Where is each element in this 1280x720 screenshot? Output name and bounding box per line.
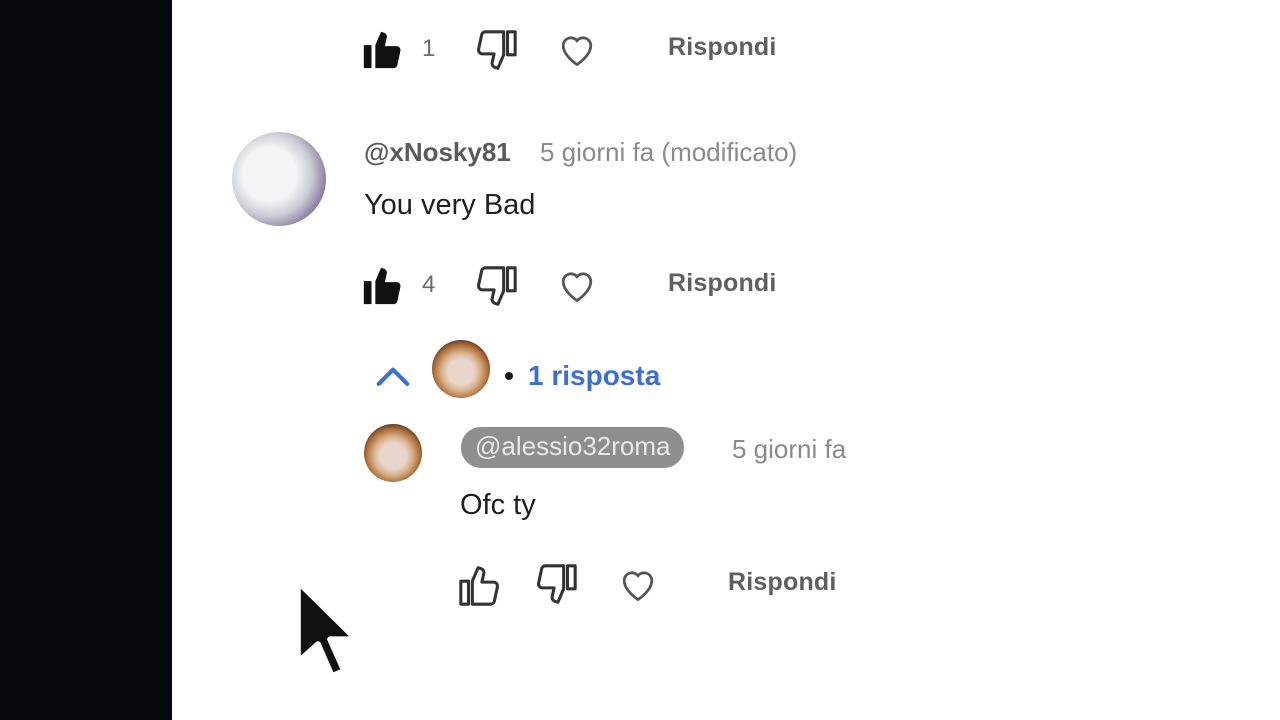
thumb-up-icon [459, 566, 500, 606]
heart-icon [561, 272, 593, 303]
heart-icon [622, 571, 654, 602]
comment-timestamp[interactable]: 5 giorni fa (modificato) [540, 137, 797, 168]
thumb-down-icon [536, 564, 577, 604]
thumb-down-icon [476, 30, 517, 70]
replies-toggle-label[interactable]: 1 risposta [528, 360, 660, 392]
like-button[interactable] [360, 26, 406, 72]
mouse-cursor-icon [290, 578, 370, 682]
like-button[interactable] [456, 562, 504, 608]
heart-icon [561, 36, 593, 67]
reply-button[interactable]: Rispondi [728, 568, 837, 597]
like-count: 1 [422, 35, 436, 62]
like-button[interactable] [360, 262, 406, 308]
heart-button[interactable] [556, 30, 598, 68]
dislike-button[interactable] [472, 28, 520, 74]
dislike-button[interactable] [472, 264, 520, 310]
comment-text: You very Bad [364, 189, 536, 221]
reply-author-avatar-thumb [432, 340, 490, 398]
separator-dot [505, 372, 513, 380]
collapse-replies-button[interactable] [374, 362, 412, 390]
reply-text: Ofc ty [460, 489, 536, 521]
reply-timestamp[interactable]: 5 giorni fa [732, 434, 846, 465]
reply-button[interactable]: Rispondi [668, 33, 777, 62]
left-dark-panel [0, 0, 172, 720]
thumb-down-icon [476, 266, 517, 306]
like-count: 4 [422, 271, 436, 298]
avatar[interactable] [364, 424, 422, 482]
heart-button[interactable] [617, 565, 659, 603]
heart-button[interactable] [556, 266, 598, 304]
comment-author[interactable]: @xNosky81 [364, 137, 511, 168]
chevron-up-icon [376, 367, 410, 386]
thumb-up-filled-icon [363, 267, 401, 305]
dislike-button[interactable] [532, 562, 580, 608]
avatar[interactable] [232, 132, 326, 226]
thumb-up-filled-icon [363, 31, 401, 69]
reply-button[interactable]: Rispondi [668, 269, 777, 298]
reply-author-pill[interactable]: @alessio32roma [461, 427, 685, 468]
